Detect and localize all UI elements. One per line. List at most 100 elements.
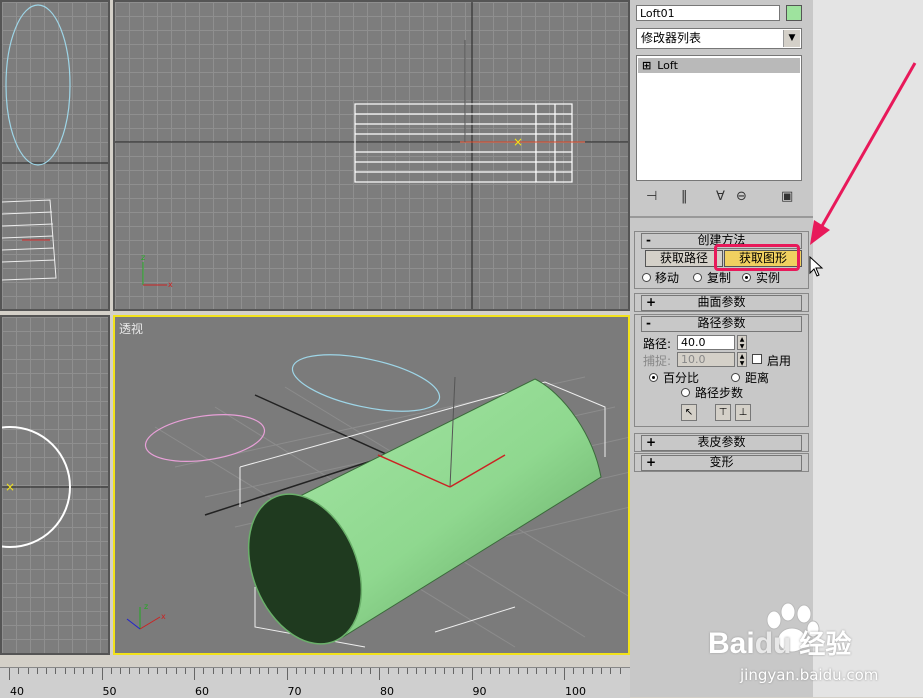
rollout-title: 变形 <box>709 455 734 469</box>
ruler-tick <box>64 668 66 674</box>
ruler-tick <box>212 668 214 674</box>
stack-item-loft[interactable]: ⊞ Loft <box>638 58 800 73</box>
radio-instance[interactable] <box>742 273 751 282</box>
watermark-bai: Bai <box>708 627 755 660</box>
ruler-tick <box>240 668 242 674</box>
ruler-tick <box>295 668 297 674</box>
collapse-minus-icon: - <box>646 316 651 330</box>
enable-checkbox[interactable] <box>752 354 762 364</box>
next-shape-button[interactable]: ⊥ <box>735 404 751 421</box>
ruler-tick <box>443 668 445 674</box>
annotation-highlight-box <box>714 244 800 271</box>
baidu-watermark: Baidu 经验 jingyan.baidu.com <box>700 600 920 695</box>
svg-text:×: × <box>5 480 15 494</box>
label-path-steps: 路径步数 <box>695 386 744 400</box>
ruler-tick <box>453 668 454 674</box>
label-instance: 实例 <box>756 271 781 285</box>
snap-value-field[interactable]: 10.0 <box>677 352 735 367</box>
annotation-arrow <box>810 62 917 245</box>
ruler-tick <box>305 668 306 674</box>
label-path: 路径: <box>643 337 672 351</box>
ruler-tick <box>138 668 140 674</box>
get-path-button[interactable]: 获取路径 <box>645 250 723 267</box>
ruler-tick <box>110 668 112 674</box>
ruler-tick <box>480 668 482 674</box>
ruler-label: 60 <box>195 685 209 698</box>
ruler-tick <box>147 668 149 674</box>
ruler-tick <box>157 668 158 674</box>
front-scene: × z x <box>115 2 628 309</box>
svg-text:z: z <box>144 602 148 611</box>
ruler-tick <box>268 668 269 674</box>
chevron-down-icon[interactable]: ▼ <box>783 30 800 47</box>
rollout-title: 路径参数 <box>697 316 746 330</box>
pin-stack-icon[interactable]: ⊣ <box>646 189 657 204</box>
expand-plus-icon: + <box>646 455 657 469</box>
ruler-label: 40 <box>10 685 24 698</box>
ruler-tick <box>231 668 232 674</box>
radio-path-steps[interactable] <box>681 388 690 397</box>
snap-spinner[interactable]: ▲ ▼ <box>737 352 747 367</box>
pick-shape-button[interactable]: ↖ <box>681 404 697 421</box>
viewport-top-left[interactable] <box>0 0 110 311</box>
remove-modifier-icon[interactable]: ⊖ <box>736 189 747 204</box>
show-end-result-icon[interactable]: ‖ <box>681 189 688 204</box>
mouse-cursor-icon <box>809 256 824 277</box>
rollout-skin-params: + 表皮参数 <box>634 433 809 452</box>
ruler-tick <box>490 668 491 674</box>
make-unique-icon[interactable]: ∀ <box>716 189 725 204</box>
radio-distance[interactable] <box>731 373 740 382</box>
modifier-stack[interactable]: ⊞ Loft <box>636 55 802 181</box>
label-move: 移动 <box>655 271 680 285</box>
rollout-title: 曲面参数 <box>697 295 746 309</box>
time-ruler[interactable]: 40 50 60 70 80 90 100 <box>0 667 630 698</box>
rollout-header-skin-params[interactable]: + 表皮参数 <box>641 435 802 451</box>
ruler-tick <box>564 668 565 680</box>
object-color-swatch[interactable] <box>786 5 802 21</box>
ruler-tick <box>194 668 195 680</box>
ruler-label: 80 <box>380 685 394 698</box>
ruler-tick <box>249 668 251 674</box>
ruler-tick <box>342 668 343 674</box>
axis-gizmo-persp: z x <box>126 602 166 630</box>
ruler-tick <box>83 668 84 674</box>
ruler-label: 50 <box>102 685 117 698</box>
previous-shape-button[interactable]: ⊤ <box>715 404 731 421</box>
modifier-list-dropdown[interactable]: 修改器列表 ▼ <box>636 28 802 49</box>
configure-sets-icon[interactable]: ▣ <box>781 189 793 204</box>
ruler-tick <box>18 668 20 674</box>
ruler-tick <box>27 668 29 674</box>
ruler-tick <box>601 668 602 674</box>
expand-plus-icon: + <box>646 295 657 309</box>
ruler-tick <box>314 668 316 674</box>
ellipse-path-shape <box>5 4 71 166</box>
viewport-front[interactable]: × z x <box>113 0 630 311</box>
radio-move[interactable] <box>642 273 651 282</box>
rollout-title: 表皮参数 <box>697 435 746 449</box>
path-spinner[interactable]: ▲ ▼ <box>737 335 747 350</box>
ruler-tick <box>406 668 408 674</box>
ruler-tick <box>258 668 260 674</box>
label-percentage: 百分比 <box>663 371 700 385</box>
radio-percentage[interactable] <box>649 373 658 382</box>
ruler-tick <box>619 668 621 674</box>
viewport-left[interactable]: × <box>0 315 110 655</box>
rollout-header-deformation[interactable]: + 变形 <box>641 455 802 471</box>
ruler-tick <box>508 668 510 674</box>
path-value-field[interactable]: 40.0 <box>677 335 735 350</box>
stack-toolbar: ⊣ ‖ ∀ ⊖ ▣ <box>636 185 802 211</box>
rollout-surface-params: + 曲面参数 <box>634 293 809 312</box>
ruler-tick <box>46 668 47 674</box>
rollout-header-surface-params[interactable]: + 曲面参数 <box>641 295 802 311</box>
radio-copy[interactable] <box>693 273 702 282</box>
viewport-perspective[interactable]: z x 透视 <box>113 315 630 655</box>
panel-divider <box>630 216 813 218</box>
ruler-tick <box>92 668 94 674</box>
ruler-tick <box>166 668 168 674</box>
rollout-header-path-params[interactable]: - 路径参数 <box>641 316 802 332</box>
object-name-field[interactable]: Loft01 <box>636 5 780 21</box>
modifier-list-label: 修改器列表 <box>641 31 702 45</box>
expand-plus-icon[interactable]: ⊞ <box>642 59 651 72</box>
ruler-tick <box>554 668 556 674</box>
viewport-label-perspective[interactable]: 透视 <box>119 320 143 337</box>
